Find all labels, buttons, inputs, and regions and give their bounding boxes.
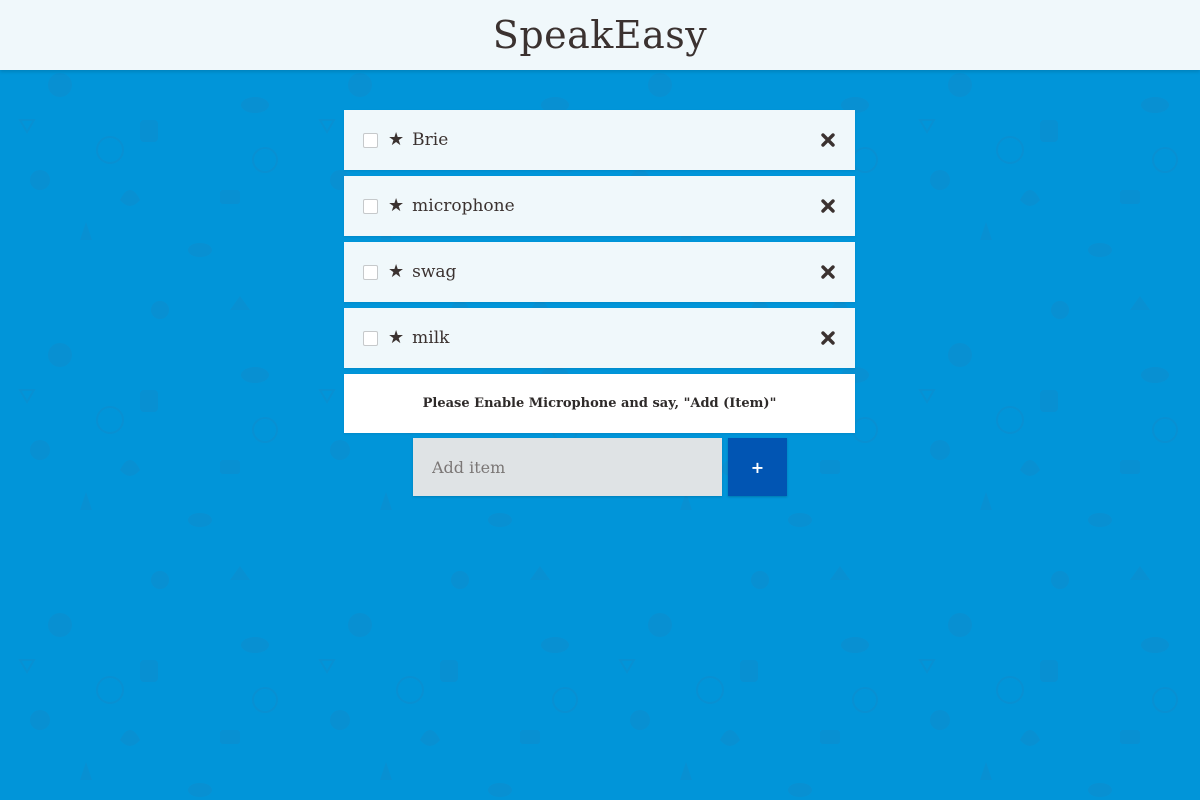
notice-text: Please Enable Microphone and say, "Add (… (422, 396, 777, 411)
microphone-notice: Please Enable Microphone and say, "Add (… (344, 374, 855, 433)
item-label: microphone (412, 196, 515, 216)
list-item: ★ Brie (344, 110, 855, 170)
item-label: Brie (412, 130, 449, 150)
close-icon[interactable] (821, 331, 835, 345)
list-item: ★ milk (344, 308, 855, 368)
star-icon[interactable]: ★ (388, 131, 404, 149)
item-checkbox[interactable] (363, 264, 378, 280)
add-item-input[interactable] (413, 438, 722, 496)
add-item-form: + (413, 438, 787, 496)
star-icon[interactable]: ★ (388, 197, 404, 215)
close-icon[interactable] (821, 265, 835, 279)
list-item: ★ swag (344, 242, 855, 302)
item-label: swag (412, 262, 457, 282)
item-checkbox[interactable] (363, 330, 378, 346)
list-item: ★ microphone (344, 176, 855, 236)
close-icon[interactable] (821, 199, 835, 213)
shopping-list: ★ Brie ★ microphone ★ swag ★ milk Please… (344, 110, 855, 433)
app-title: SpeakEasy (492, 13, 708, 57)
app-header: SpeakEasy (0, 0, 1200, 70)
add-item-button[interactable]: + (728, 438, 787, 496)
item-checkbox[interactable] (363, 132, 378, 148)
item-checkbox[interactable] (363, 198, 378, 214)
star-icon[interactable]: ★ (388, 263, 404, 281)
star-icon[interactable]: ★ (388, 329, 404, 347)
item-label: milk (412, 328, 450, 348)
close-icon[interactable] (821, 133, 835, 147)
